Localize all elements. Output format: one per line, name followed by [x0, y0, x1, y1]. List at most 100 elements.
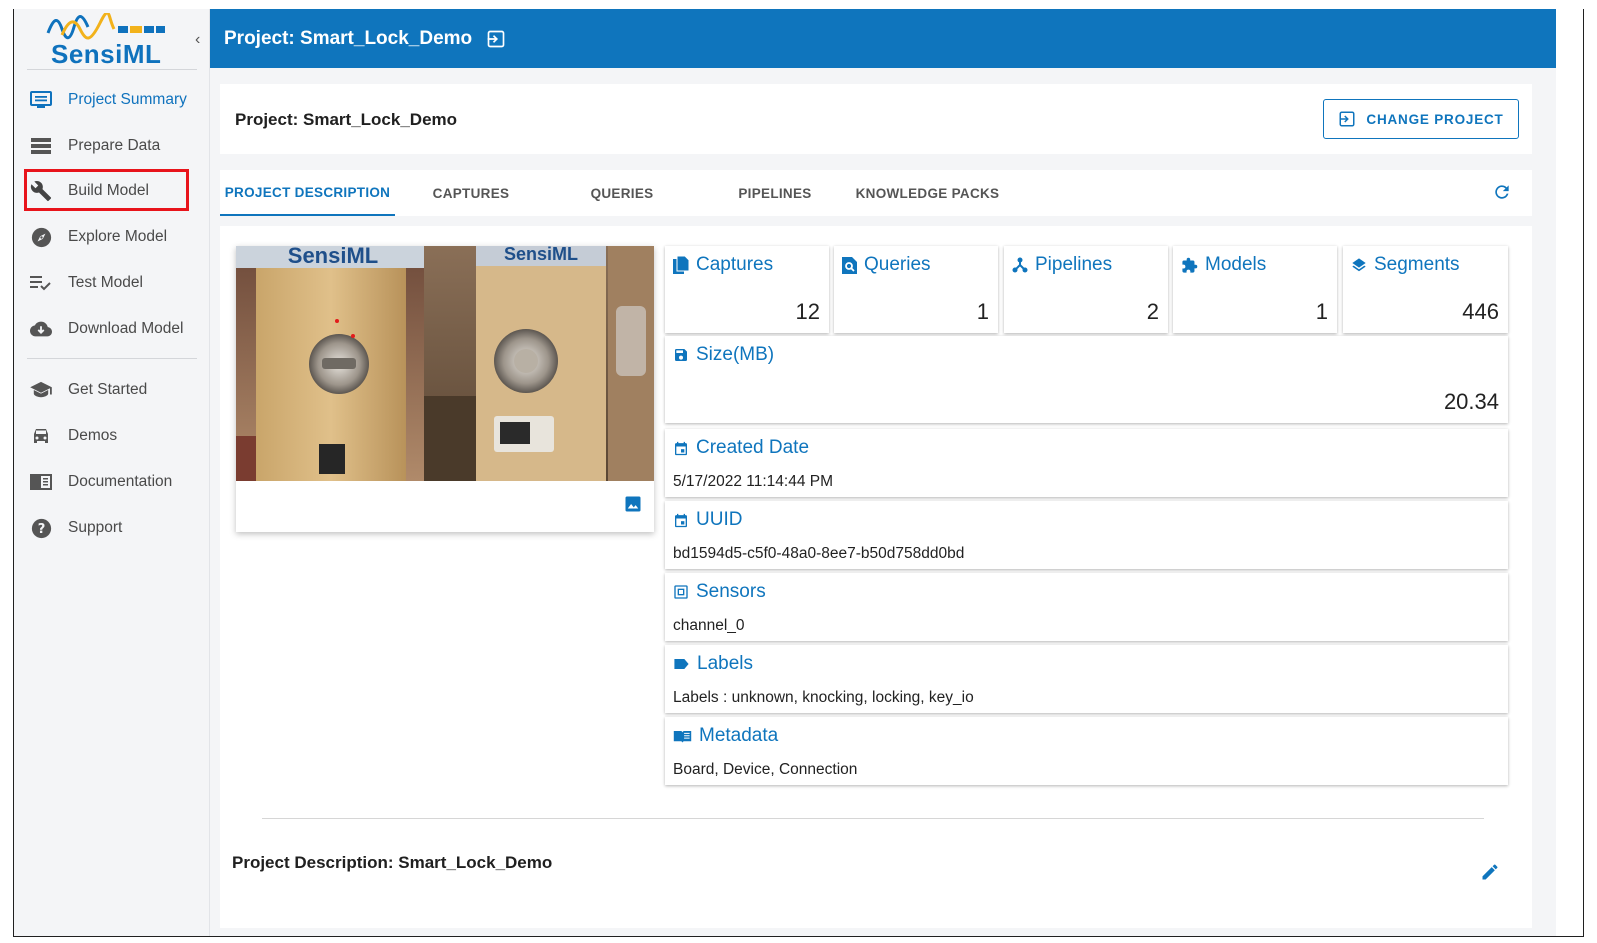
- sidebar-item-download-model[interactable]: Download Model: [22, 309, 202, 349]
- switch-project-icon[interactable]: [486, 29, 506, 49]
- sidebar-divider: [27, 69, 197, 70]
- info-value: Labels : unknown, knocking, locking, key…: [673, 689, 974, 706]
- change-project-button[interactable]: CHANGE PROJECT: [1323, 99, 1519, 139]
- sidebar-item-label: Download Model: [68, 320, 184, 337]
- photo-logo-right: SensiML: [504, 246, 578, 264]
- tab-queries[interactable]: QUERIES: [572, 170, 672, 216]
- sidebar-item-documentation[interactable]: Documentation: [22, 462, 202, 502]
- sidebar-item-demos[interactable]: Demos: [22, 416, 202, 456]
- stat-label: Models: [1205, 254, 1267, 275]
- sidebar-item-explore-model[interactable]: Explore Model: [22, 217, 202, 257]
- stat-header: Captures: [673, 254, 773, 276]
- info-header: Created Date: [673, 437, 809, 459]
- info-uuid: UUID bd1594d5-c5f0-48a0-8ee7-b50d758dd0b…: [665, 501, 1508, 569]
- info-header: Sensors: [673, 581, 766, 603]
- info-header: Metadata: [673, 725, 778, 747]
- project-summary-panel: SensiML SensiML Captures 12 Queries 1 Pi…: [220, 226, 1532, 928]
- sidebar-item-test-model[interactable]: Test Model: [22, 263, 202, 303]
- svg-text:?: ?: [37, 521, 45, 536]
- captures-icon: [673, 256, 689, 274]
- tab-knowledge-packs[interactable]: KNOWLEDGE PACKS: [850, 170, 1005, 216]
- stat-label: Queries: [864, 254, 931, 275]
- calendar-icon: [675, 513, 687, 527]
- sidebar-item-label: Project Summary: [68, 91, 187, 108]
- stat-label: Size(MB): [696, 344, 775, 365]
- build-model-highlight-box: [24, 169, 189, 211]
- sidebar-item-prepare-data[interactable]: Prepare Data: [22, 126, 202, 166]
- sensiml-logo[interactable]: SensiML: [44, 13, 194, 73]
- content-area: Project: Smart_Lock_Demo CHANGE PROJECT …: [210, 68, 1556, 936]
- info-label: Labels: [697, 653, 753, 674]
- sidebar-item-label: Demos: [68, 427, 118, 444]
- help-circle-icon: ?: [30, 517, 52, 539]
- stat-queries: Queries 1: [834, 246, 998, 333]
- sidebar-divider: [27, 358, 197, 359]
- change-project-icon: [1339, 111, 1355, 127]
- stat-header: Segments: [1351, 254, 1460, 276]
- tab-bar: PROJECT DESCRIPTION CAPTURES QUERIES PIP…: [220, 170, 1532, 216]
- stat-label: Segments: [1374, 254, 1460, 275]
- header-bar: Project: Smart_Lock_Demo: [210, 9, 1556, 68]
- collapse-sidebar-icon[interactable]: ‹: [195, 31, 200, 49]
- project-summary-icon: [30, 89, 52, 111]
- info-labels: Labels Labels : unknown, knocking, locki…: [665, 645, 1508, 713]
- info-sensors: Sensors channel_0: [665, 573, 1508, 641]
- calendar-icon: [675, 441, 687, 455]
- edit-pencil-icon[interactable]: [1480, 862, 1500, 887]
- brand-name: SensiML: [51, 39, 162, 69]
- sidebar-item-project-summary[interactable]: Project Summary: [22, 80, 202, 120]
- project-description-title: Project Description: Smart_Lock_Demo: [232, 853, 553, 872]
- pipelines-icon: [1012, 257, 1028, 273]
- project-photo: SensiML SensiML: [236, 246, 654, 481]
- sidebar: SensiML ‹ Project Summary Prepare Data B…: [14, 9, 210, 936]
- sidebar-item-support[interactable]: ? Support: [22, 508, 202, 548]
- sidebar-item-label: Get Started: [68, 381, 148, 398]
- stat-size: Size(MB) 20.34: [665, 336, 1508, 423]
- change-project-label: CHANGE PROJECT: [1366, 111, 1504, 127]
- stat-label: Pipelines: [1035, 254, 1113, 275]
- stat-captures: Captures 12: [665, 246, 829, 333]
- stat-header: Queries: [842, 254, 931, 276]
- open-book-icon: [673, 730, 692, 743]
- layers-icon: [1352, 258, 1366, 272]
- stat-value: 2: [1146, 299, 1159, 324]
- stat-models: Models 1: [1173, 246, 1337, 333]
- stat-header: Models: [1181, 254, 1266, 276]
- image-icon[interactable]: [624, 495, 642, 518]
- sidebar-item-label: Prepare Data: [68, 137, 161, 154]
- book-icon: [30, 471, 52, 493]
- tab-captures[interactable]: CAPTURES: [416, 170, 526, 216]
- stat-label: Captures: [696, 254, 774, 275]
- queries-icon: [842, 256, 857, 274]
- info-label: Created Date: [696, 437, 810, 458]
- compass-icon: [30, 226, 52, 248]
- stat-value: 12: [795, 299, 820, 324]
- cloud-download-icon: [30, 318, 52, 340]
- sidebar-item-label: Documentation: [68, 473, 173, 490]
- stat-segments: Segments 446: [1343, 246, 1508, 333]
- header-title: Project: Smart_Lock_Demo: [224, 27, 473, 49]
- sensor-chip-icon: [674, 585, 688, 599]
- tab-project-description[interactable]: PROJECT DESCRIPTION: [220, 170, 395, 216]
- graduation-cap-icon: [30, 379, 52, 401]
- info-label: Metadata: [699, 725, 779, 746]
- refresh-icon[interactable]: [1492, 182, 1512, 207]
- stat-value: 1: [976, 299, 989, 324]
- project-title: Project: Smart_Lock_Demo: [235, 110, 458, 129]
- section-divider: [262, 818, 1484, 819]
- info-header: Labels: [673, 653, 753, 675]
- sidebar-item-get-started[interactable]: Get Started: [22, 370, 202, 410]
- photo-logo-left: SensiML: [288, 246, 378, 268]
- info-value: channel_0: [673, 617, 745, 634]
- info-label: Sensors: [696, 581, 766, 602]
- project-image-card: SensiML SensiML: [236, 246, 654, 532]
- sidebar-item-label: Test Model: [68, 274, 143, 291]
- tab-pipelines[interactable]: PIPELINES: [720, 170, 830, 216]
- info-created-date: Created Date 5/17/2022 11:14:44 PM: [665, 429, 1508, 497]
- project-card: Project: Smart_Lock_Demo CHANGE PROJECT: [220, 84, 1532, 154]
- info-value: Board, Device, Connection: [673, 761, 858, 778]
- stat-value: 20.34: [1443, 389, 1499, 414]
- stat-pipelines: Pipelines 2: [1004, 246, 1168, 333]
- info-metadata: Metadata Board, Device, Connection: [665, 717, 1508, 785]
- prepare-data-icon: [30, 135, 52, 157]
